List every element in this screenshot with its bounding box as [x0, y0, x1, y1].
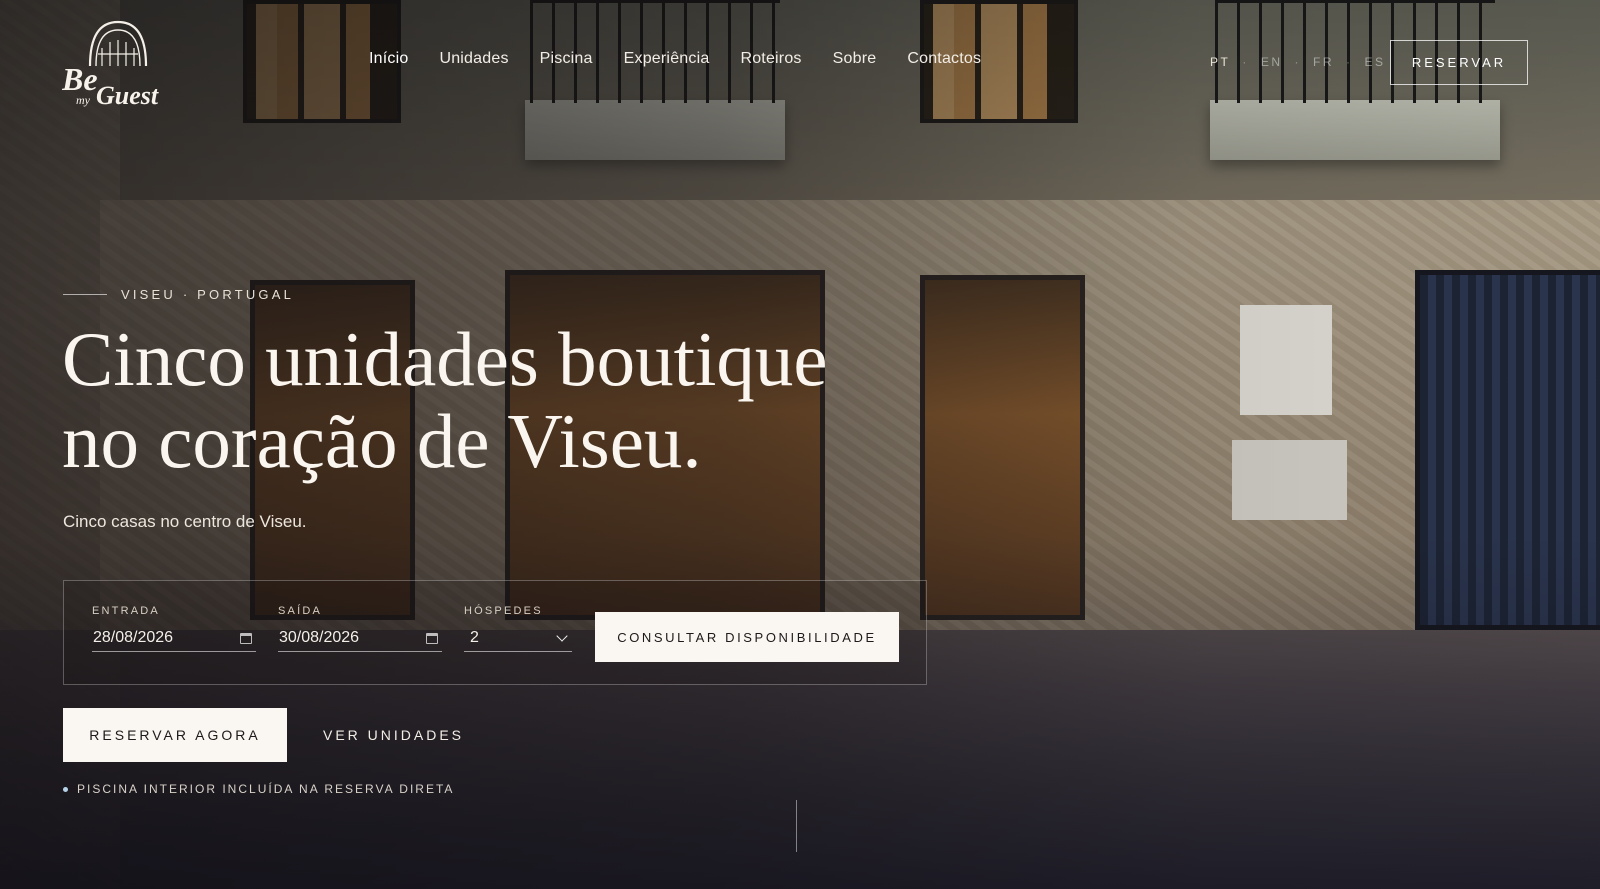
bullet-dot-icon: [63, 786, 68, 792]
scroll-indicator: [796, 800, 797, 852]
checkin-value: 28/08/2026: [93, 629, 174, 646]
hero-title-line1: Cinco unidades boutique: [62, 316, 828, 402]
nav-link-unidades[interactable]: Unidades: [439, 50, 508, 68]
lang-separator: ·: [1346, 55, 1353, 69]
lang-separator: ·: [1242, 55, 1249, 69]
nav-link-experiencia[interactable]: Experiência: [624, 50, 710, 68]
check-availability-button[interactable]: CONSULTAR DISPONIBILIDADE: [595, 612, 899, 662]
nav-link-sobre[interactable]: Sobre: [833, 50, 877, 68]
lang-en[interactable]: EN: [1261, 55, 1283, 69]
guests-field: HÓSPEDES 2: [464, 605, 572, 652]
lang-separator: ·: [1294, 55, 1302, 69]
checkout-value: 30/08/2026: [279, 629, 360, 646]
guests-value: 2: [470, 629, 479, 646]
hero-subtitle: Cinco casas no centro de Viseu.: [63, 512, 307, 531]
checkin-label: ENTRADA: [92, 605, 160, 617]
chevron-down-icon: [556, 630, 568, 642]
calendar-icon[interactable]: [240, 632, 252, 644]
lang-pt[interactable]: PT: [1210, 55, 1230, 69]
calendar-icon[interactable]: [426, 632, 438, 644]
lang-es[interactable]: ES: [1365, 55, 1386, 69]
checkin-field: ENTRADA 28/08/2026: [92, 605, 256, 652]
checkout-field: SAÍDA 30/08/2026: [278, 605, 442, 652]
guests-select[interactable]: 2: [464, 625, 572, 652]
brand-logo[interactable]: Be my Guest: [62, 18, 174, 110]
checkout-label: SAÍDA: [278, 605, 323, 617]
location-eyebrow: VISEU · PORTUGAL: [63, 287, 294, 302]
pool-note: PISCINA INTERIOR INCLUÍDA NA RESERVA DIR…: [63, 782, 454, 796]
eyebrow-line: [63, 294, 107, 295]
nav-link-contactos[interactable]: Contactos: [907, 50, 981, 68]
nav-link-inicio[interactable]: Início: [369, 50, 408, 68]
booking-form: ENTRADA 28/08/2026 SAÍDA 30/08/2026 HÓSP…: [63, 580, 927, 685]
guests-label: HÓSPEDES: [464, 605, 543, 617]
checkout-input[interactable]: 30/08/2026: [278, 625, 442, 652]
eyebrow-text: VISEU · PORTUGAL: [121, 287, 295, 302]
nav-link-roteiros[interactable]: Roteiros: [740, 50, 801, 68]
main-navigation: Início Unidades Piscina Experiência Rote…: [369, 50, 981, 68]
checkin-input[interactable]: 28/08/2026: [92, 625, 256, 652]
lang-fr[interactable]: FR: [1313, 55, 1334, 69]
pool-note-text: PISCINA INTERIOR INCLUÍDA NA RESERVA DIR…: [77, 782, 455, 796]
view-units-link[interactable]: VER UNIDADES: [323, 727, 464, 743]
language-switcher: PT · EN · FR · ES: [1210, 55, 1386, 69]
book-now-button[interactable]: RESERVAR AGORA: [63, 708, 287, 762]
hero-title-line2: no coração de Viseu.: [62, 398, 702, 484]
svg-text:Guest: Guest: [96, 81, 159, 110]
hero-title: Cinco unidades boutique no coração de Vi…: [62, 318, 942, 482]
header-reserve-button[interactable]: RESERVAR: [1390, 40, 1528, 85]
nav-link-piscina[interactable]: Piscina: [540, 50, 593, 68]
svg-text:Be: Be: [62, 61, 98, 97]
svg-text:my: my: [76, 93, 91, 107]
hero-section: Be my Guest Início Unidades Piscina Expe…: [0, 0, 1600, 889]
